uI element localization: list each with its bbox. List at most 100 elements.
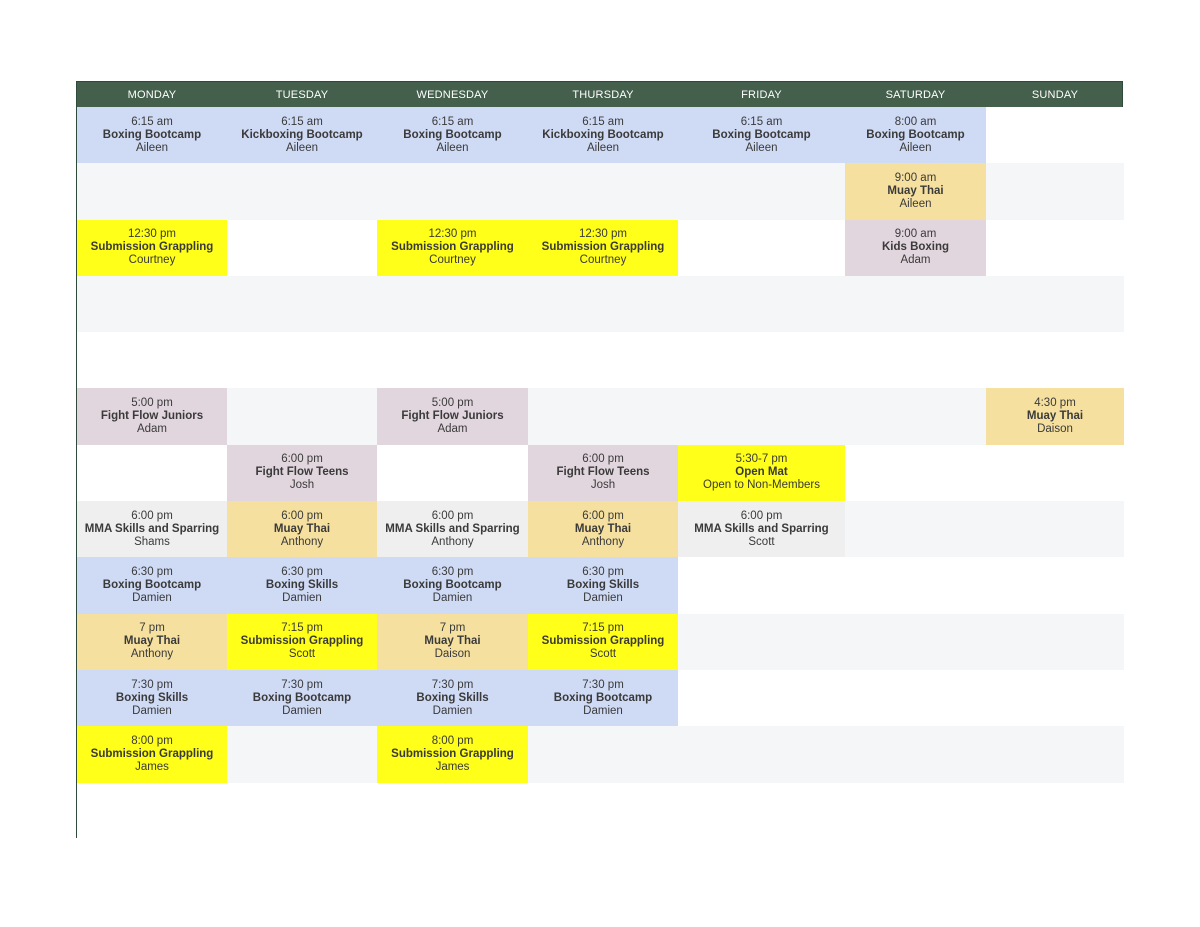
class-title: Boxing Bootcamp — [403, 128, 502, 141]
class-title: Submission Grappling — [90, 747, 214, 760]
class-time: 9:00 am — [894, 171, 937, 184]
class-instructor: Courtney — [128, 254, 176, 267]
empty-slot — [986, 163, 1124, 220]
day-header-saturday: SATURDAY — [885, 88, 946, 101]
class-title: Fight Flow Juniors — [100, 410, 204, 423]
class-instructor: Anthony — [431, 535, 474, 548]
class-instructor: Open to Non-Members — [703, 479, 820, 492]
class-title: Kickboxing Bootcamp — [241, 128, 363, 141]
empty-slot — [528, 332, 678, 389]
class-slot-saturday: 9:00 am Kids Boxing Adam — [845, 219, 986, 276]
class-slot-saturday: 8:00 am Boxing Bootcamp Aileen — [845, 107, 986, 164]
class-slot-tuesday: 6:00 pm Fight Flow Teens Josh — [227, 444, 377, 502]
class-time: 5:00 pm — [131, 397, 173, 410]
class-title: Submission Grappling — [541, 635, 665, 648]
class-time: 6:00 pm — [281, 453, 323, 466]
class-slot-thursday: 7:15 pm Submission Grappling Scott — [528, 613, 678, 670]
class-slot-monday: 12:30 pm Submission Grappling Courtney — [77, 219, 227, 276]
empty-slot — [845, 444, 986, 502]
empty-slot — [678, 782, 845, 839]
class-slot-monday: 6:30 pm Boxing Bootcamp Damien — [77, 557, 227, 614]
class-time: 6:15 am — [281, 115, 323, 128]
class-instructor: Aileen — [436, 141, 469, 154]
class-time: 7:30 pm — [131, 678, 173, 691]
class-title: MMA Skills and Sparring — [84, 522, 220, 535]
class-slot-tuesday: 7:15 pm Submission Grappling Scott — [227, 613, 377, 670]
empty-slot — [678, 275, 845, 333]
empty-slot — [986, 444, 1124, 502]
class-slot-monday: 7 pm Muay Thai Anthony — [77, 613, 227, 670]
class-title: Boxing Skills — [416, 691, 489, 704]
class-time: 6:15 am — [582, 115, 624, 128]
empty-slot — [77, 782, 227, 839]
class-time: 7:30 pm — [431, 678, 474, 691]
class-instructor: Scott — [748, 535, 775, 548]
class-time: 6:15 am — [740, 115, 783, 128]
class-slot-saturday: 9:00 am Muay Thai Aileen — [845, 163, 986, 220]
empty-slot — [227, 275, 377, 333]
class-time: 7:30 pm — [582, 678, 624, 691]
empty-slot — [77, 444, 227, 502]
class-title: Submission Grappling — [391, 241, 514, 254]
class-instructor: Josh — [590, 479, 616, 492]
empty-slot — [227, 219, 377, 276]
empty-slot — [986, 107, 1124, 164]
empty-slot — [528, 388, 678, 445]
empty-slot — [227, 726, 377, 783]
empty-slot — [528, 726, 678, 783]
class-slot-tuesday: 6:30 pm Boxing Skills Damien — [227, 557, 377, 614]
class-instructor: Aileen — [899, 197, 932, 210]
empty-slot — [227, 163, 377, 220]
class-slot-friday: 6:15 am Boxing Bootcamp Aileen — [678, 107, 845, 164]
class-slot-wednesday: 7:30 pm Boxing Skills Damien — [377, 669, 528, 727]
class-instructor: James — [435, 760, 470, 773]
class-time: 8:00 pm — [131, 734, 173, 747]
empty-slot — [77, 275, 227, 333]
class-instructor: Daison — [434, 648, 471, 661]
day-header-monday: MONDAY — [127, 88, 177, 101]
class-instructor: Damien — [583, 592, 623, 605]
class-slot-wednesday: 7 pm Muay Thai Daison — [377, 613, 528, 670]
class-time: 6:30 pm — [131, 566, 173, 579]
empty-slot — [528, 275, 678, 333]
class-time: 7 pm — [139, 622, 165, 635]
class-instructor: Adam — [900, 254, 931, 267]
empty-slot — [845, 275, 986, 333]
class-slot-thursday: 7:30 pm Boxing Bootcamp Damien — [528, 669, 678, 727]
class-instructor: Scott — [589, 648, 617, 661]
class-time: 6:00 pm — [582, 509, 624, 522]
class-title: Submission Grappling — [90, 241, 214, 254]
class-instructor: Damien — [282, 704, 322, 717]
class-time: 4:30 pm — [1034, 397, 1076, 410]
day-header-thursday: THURSDAY — [572, 88, 634, 101]
class-instructor: Anthony — [280, 535, 324, 548]
empty-slot — [77, 163, 227, 220]
empty-slot — [678, 332, 845, 389]
class-slot-thursday: 12:30 pm Submission Grappling Courtney — [528, 219, 678, 276]
class-title: Muay Thai — [273, 522, 331, 535]
class-slot-wednesday: 6:15 am Boxing Bootcamp Aileen — [377, 107, 528, 164]
class-time: 12:30 pm — [128, 228, 176, 241]
class-title: Muay Thai — [887, 184, 944, 197]
day-header-sunday: SUNDAY — [1031, 88, 1079, 101]
class-title: Boxing Skills — [115, 691, 189, 704]
class-instructor: Damien — [132, 592, 172, 605]
empty-slot — [528, 163, 678, 220]
empty-slot — [227, 388, 377, 445]
class-time: 6:00 pm — [281, 509, 323, 522]
empty-slot — [986, 275, 1124, 333]
class-slot-wednesday: 6:00 pm MMA Skills and Sparring Anthony — [377, 501, 528, 558]
class-time: 6:30 pm — [281, 566, 323, 579]
class-instructor: Josh — [289, 479, 315, 492]
class-title: Boxing Bootcamp — [102, 579, 202, 592]
empty-slot — [986, 613, 1124, 670]
empty-slot — [986, 219, 1124, 276]
empty-slot — [678, 388, 845, 445]
empty-slot — [227, 782, 377, 839]
empty-slot — [678, 163, 845, 220]
class-title: Boxing Bootcamp — [102, 128, 202, 141]
class-title: Kickboxing Bootcamp — [542, 128, 664, 141]
empty-slot — [845, 726, 986, 783]
empty-slot — [678, 557, 845, 614]
class-time: 6:15 am — [431, 115, 474, 128]
